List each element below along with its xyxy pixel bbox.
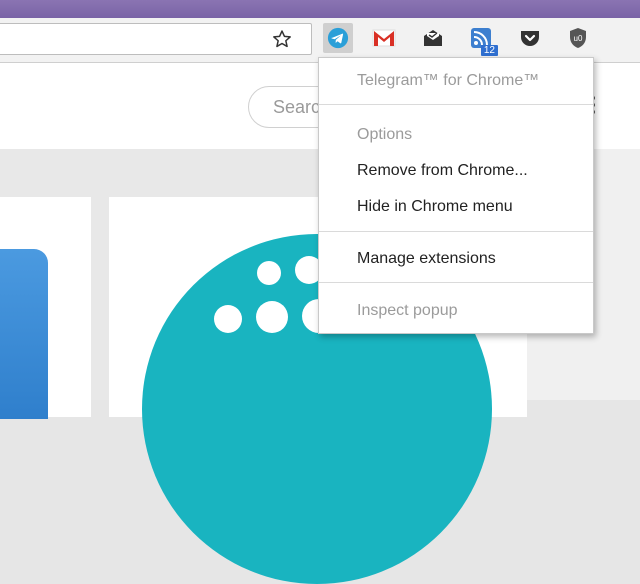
telegram-icon [327,27,349,49]
envelope-icon [422,28,444,48]
menu-item-inspect: Inspect popup [357,302,458,319]
app-card-image [0,249,48,419]
menu-item-options: Options [357,126,413,143]
menu-title: Telegram™ for Chrome™ [357,72,540,89]
feed-extension-button[interactable]: 12 [466,23,498,56]
menu-item-manage[interactable]: Manage extensions [357,250,496,268]
notification-badge: 12 [480,45,498,56]
gmail-extension-button[interactable] [369,23,399,53]
ublock-extension-button[interactable]: u0 [563,23,593,53]
shield-icon: u0 [568,27,588,49]
app-card[interactable] [0,197,91,419]
mail-extension-button[interactable] [418,23,448,53]
extension-context-menu: Telegram™ for Chrome™ Options Remove fro… [318,57,594,334]
menu-separator [319,231,593,232]
pocket-extension-button[interactable] [515,23,545,53]
menu-item-remove[interactable]: Remove from Chrome... [357,162,528,180]
gmail-icon [372,29,396,47]
svg-text:u0: u0 [574,34,583,43]
pocket-icon [519,28,541,48]
star-icon[interactable] [269,26,295,52]
search-placeholder: Searc [273,97,321,117]
menu-item-hide[interactable]: Hide in Chrome menu [357,198,513,216]
telegram-extension-button[interactable] [323,23,353,53]
window-title-bar [0,0,640,18]
address-bar[interactable] [0,23,312,55]
menu-separator [319,104,593,105]
menu-separator [319,282,593,283]
